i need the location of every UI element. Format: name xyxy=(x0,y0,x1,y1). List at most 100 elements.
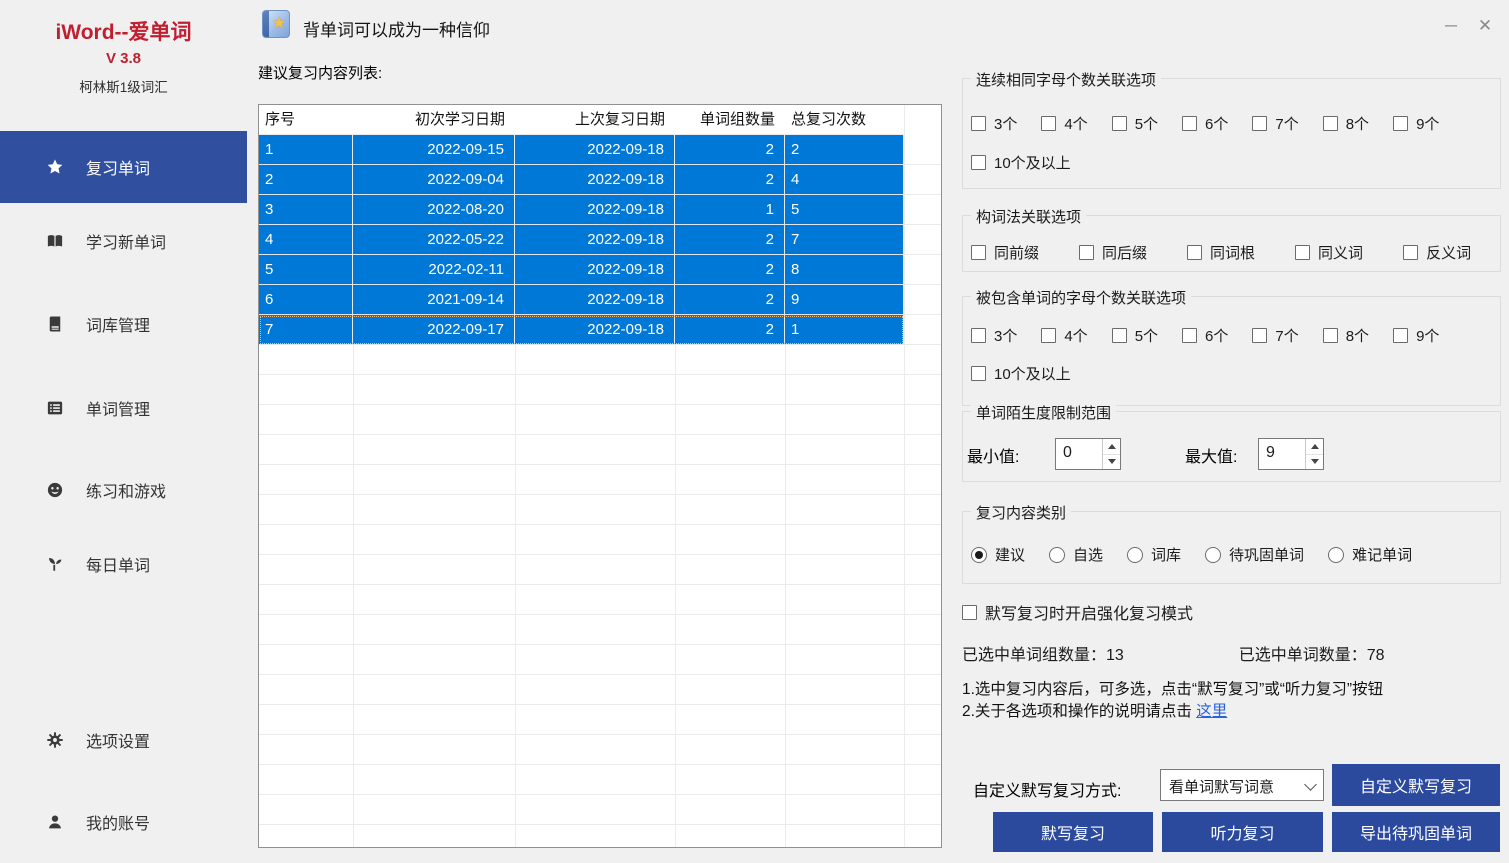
checkbox-same-suffix[interactable]: 同后缀 xyxy=(1079,242,1147,263)
custom-dictation-review-button[interactable]: 自定义默写复习 xyxy=(1332,764,1500,806)
checkbox-8-letters[interactable]: 8个 xyxy=(1323,325,1369,346)
checkbox-5-letters[interactable]: 5个 xyxy=(1112,325,1158,346)
checkbox-icon xyxy=(1041,116,1056,131)
sidebar-item-lexicon-management[interactable]: 词库管理 xyxy=(0,304,247,344)
sidebar-item-label: 练习和游戏 xyxy=(86,478,166,502)
radio-icon xyxy=(1127,547,1143,563)
checkbox-7-letters[interactable]: 7个 xyxy=(1252,113,1298,134)
table-row-focused[interactable]: 7 2022-09-17 2022-09-18 2 1 xyxy=(259,315,904,345)
checkbox-icon xyxy=(1393,328,1408,343)
dictation-mode-value: 看单词默写词意 xyxy=(1169,776,1274,797)
arrow-down-icon xyxy=(1108,459,1116,464)
table-row[interactable]: 1 2022-09-15 2022-09-18 2 2 xyxy=(259,135,904,165)
table-row[interactable]: 4 2022-05-22 2022-09-18 2 7 xyxy=(259,225,904,255)
sidebar-item-label: 选项设置 xyxy=(86,728,150,752)
group-word-formation: 构词法关联选项 同前缀 同后缀 同词根 同义词 反义词 xyxy=(962,215,1501,272)
sidebar-item-my-account[interactable]: 我的账号 xyxy=(0,802,247,842)
list-title: 建议复习内容列表: xyxy=(258,62,382,83)
sidebar-item-review-words[interactable]: 复习单词 xyxy=(0,131,247,203)
motto-text: 背单词可以成为一种信仰 xyxy=(303,16,490,41)
checkbox-6-letters[interactable]: 6个 xyxy=(1182,325,1228,346)
table-row[interactable]: 3 2022-08-20 2022-09-18 1 5 xyxy=(259,195,904,225)
checkbox-icon xyxy=(1187,245,1202,260)
sidebar-item-learn-new-words[interactable]: 学习新单词 xyxy=(0,221,247,261)
checkbox-icon xyxy=(1252,116,1267,131)
sidebar-item-daily-words[interactable]: 每日单词 xyxy=(0,544,247,584)
column-header[interactable]: 总复习次数 xyxy=(785,105,904,134)
sidebar-item-options-settings[interactable]: 选项设置 xyxy=(0,720,247,760)
checkbox-same-prefix[interactable]: 同前缀 xyxy=(971,242,1039,263)
spin-up-button[interactable] xyxy=(1306,439,1323,455)
lexicon-name: 柯林斯1级词汇 xyxy=(0,76,247,96)
checkbox-synonym[interactable]: 同义词 xyxy=(1295,242,1363,263)
export-pending-words-button[interactable]: 导出待巩固单词 xyxy=(1332,812,1500,852)
checkbox-3-letters[interactable]: 3个 xyxy=(971,113,1017,134)
dictation-review-button[interactable]: 默写复习 xyxy=(993,812,1153,852)
checkbox-3-letters[interactable]: 3个 xyxy=(971,325,1017,346)
selected-groups-value: 13 xyxy=(1106,647,1124,664)
checkbox-7-letters[interactable]: 7个 xyxy=(1252,325,1298,346)
checkbox-same-root[interactable]: 同词根 xyxy=(1187,242,1255,263)
arrow-up-icon xyxy=(1108,444,1116,449)
checkbox-icon xyxy=(1182,328,1197,343)
radio-icon xyxy=(1328,547,1344,563)
minimize-button[interactable]: ─ xyxy=(1438,14,1464,38)
spin-down-button[interactable] xyxy=(1306,454,1323,469)
checkbox-9-letters[interactable]: 9个 xyxy=(1393,325,1439,346)
radio-icon xyxy=(1205,547,1221,563)
checkbox-8-letters[interactable]: 8个 xyxy=(1323,113,1369,134)
checkbox-10-letters-and-more[interactable]: 10个及以上 xyxy=(971,152,1071,173)
arrow-down-icon xyxy=(1311,459,1319,464)
radio-pending-consolidation[interactable]: 待巩固单词 xyxy=(1205,544,1304,565)
radio-hard-to-remember[interactable]: 难记单词 xyxy=(1328,544,1412,565)
radio-lexicon[interactable]: 词库 xyxy=(1127,544,1181,565)
selected-words-label: 已选中单词数量： xyxy=(1239,647,1367,664)
radio-self-selected[interactable]: 自选 xyxy=(1049,544,1103,565)
sidebar-item-label: 词库管理 xyxy=(86,312,150,336)
table-row[interactable]: 5 2022-02-11 2022-09-18 2 8 xyxy=(259,255,904,285)
sidebar-item-practice-games[interactable]: 练习和游戏 xyxy=(0,470,247,510)
selection-counts: 已选中单词组数量：13 已选中单词数量：78 xyxy=(962,641,1385,665)
radio-suggested[interactable]: 建议 xyxy=(971,544,1025,565)
help-link[interactable]: 这里 xyxy=(1196,703,1227,720)
group-consecutive-same-letters: 连续相同字母个数关联选项 3个 4个 5个 6个 7个 8个 9个 10个及以上 xyxy=(962,78,1501,189)
table-row[interactable]: 6 2021-09-14 2022-09-18 2 9 xyxy=(259,285,904,315)
review-table[interactable]: 序号 初次学习日期 上次复习日期 单词组数量 总复习次数 1 2022-09-1… xyxy=(258,104,942,848)
max-value-stepper[interactable]: 9 xyxy=(1258,438,1324,470)
group-contained-word-letters: 被包含单词的字母个数关联选项 3个 4个 5个 6个 7个 8个 9个 10个及… xyxy=(962,296,1501,406)
checkbox-antonym[interactable]: 反义词 xyxy=(1403,242,1471,263)
checkbox-icon xyxy=(1323,116,1338,131)
column-header[interactable]: 序号 xyxy=(259,105,353,134)
group-legend: 连续相同字母个数关联选项 xyxy=(971,69,1161,90)
checkbox-icon xyxy=(1323,328,1338,343)
checkbox-6-letters[interactable]: 6个 xyxy=(1182,113,1228,134)
dictation-mode-select[interactable]: 看单词默写词意 xyxy=(1160,769,1324,801)
checkbox-icon xyxy=(971,155,986,170)
checkbox-strengthen-mode[interactable]: 默写复习时开启强化复习模式 xyxy=(962,600,1217,624)
column-header[interactable]: 上次复习日期 xyxy=(515,105,675,134)
column-header[interactable]: 初次学习日期 xyxy=(353,105,515,134)
table-row[interactable]: 2 2022-09-04 2022-09-18 2 4 xyxy=(259,165,904,195)
checkbox-icon xyxy=(1393,116,1408,131)
sidebar-item-label: 学习新单词 xyxy=(86,229,166,253)
radio-icon xyxy=(1049,547,1065,563)
checkbox-4-letters[interactable]: 4个 xyxy=(1041,113,1087,134)
sidebar-item-word-management[interactable]: 单词管理 xyxy=(0,388,247,428)
checkbox-icon xyxy=(1112,116,1127,131)
checkbox-icon xyxy=(1182,116,1197,131)
checkbox-9-letters[interactable]: 9个 xyxy=(1393,113,1439,134)
spin-up-button[interactable] xyxy=(1103,439,1120,455)
custom-dictation-mode-label: 自定义默写复习方式: xyxy=(973,777,1121,801)
listening-review-button[interactable]: 听力复习 xyxy=(1162,812,1323,852)
checkbox-10-letters-and-more[interactable]: 10个及以上 xyxy=(971,363,1071,384)
min-value-stepper[interactable]: 0 xyxy=(1055,438,1121,470)
word-list-icon xyxy=(46,399,64,417)
gear-icon xyxy=(46,731,64,749)
radio-selected-icon xyxy=(971,547,987,563)
checkbox-5-letters[interactable]: 5个 xyxy=(1112,113,1158,134)
column-header[interactable]: 单词组数量 xyxy=(675,105,785,134)
checkbox-4-letters[interactable]: 4个 xyxy=(1041,325,1087,346)
close-button[interactable]: ✕ xyxy=(1472,14,1498,38)
spin-down-button[interactable] xyxy=(1103,454,1120,469)
group-legend: 构词法关联选项 xyxy=(971,206,1086,227)
